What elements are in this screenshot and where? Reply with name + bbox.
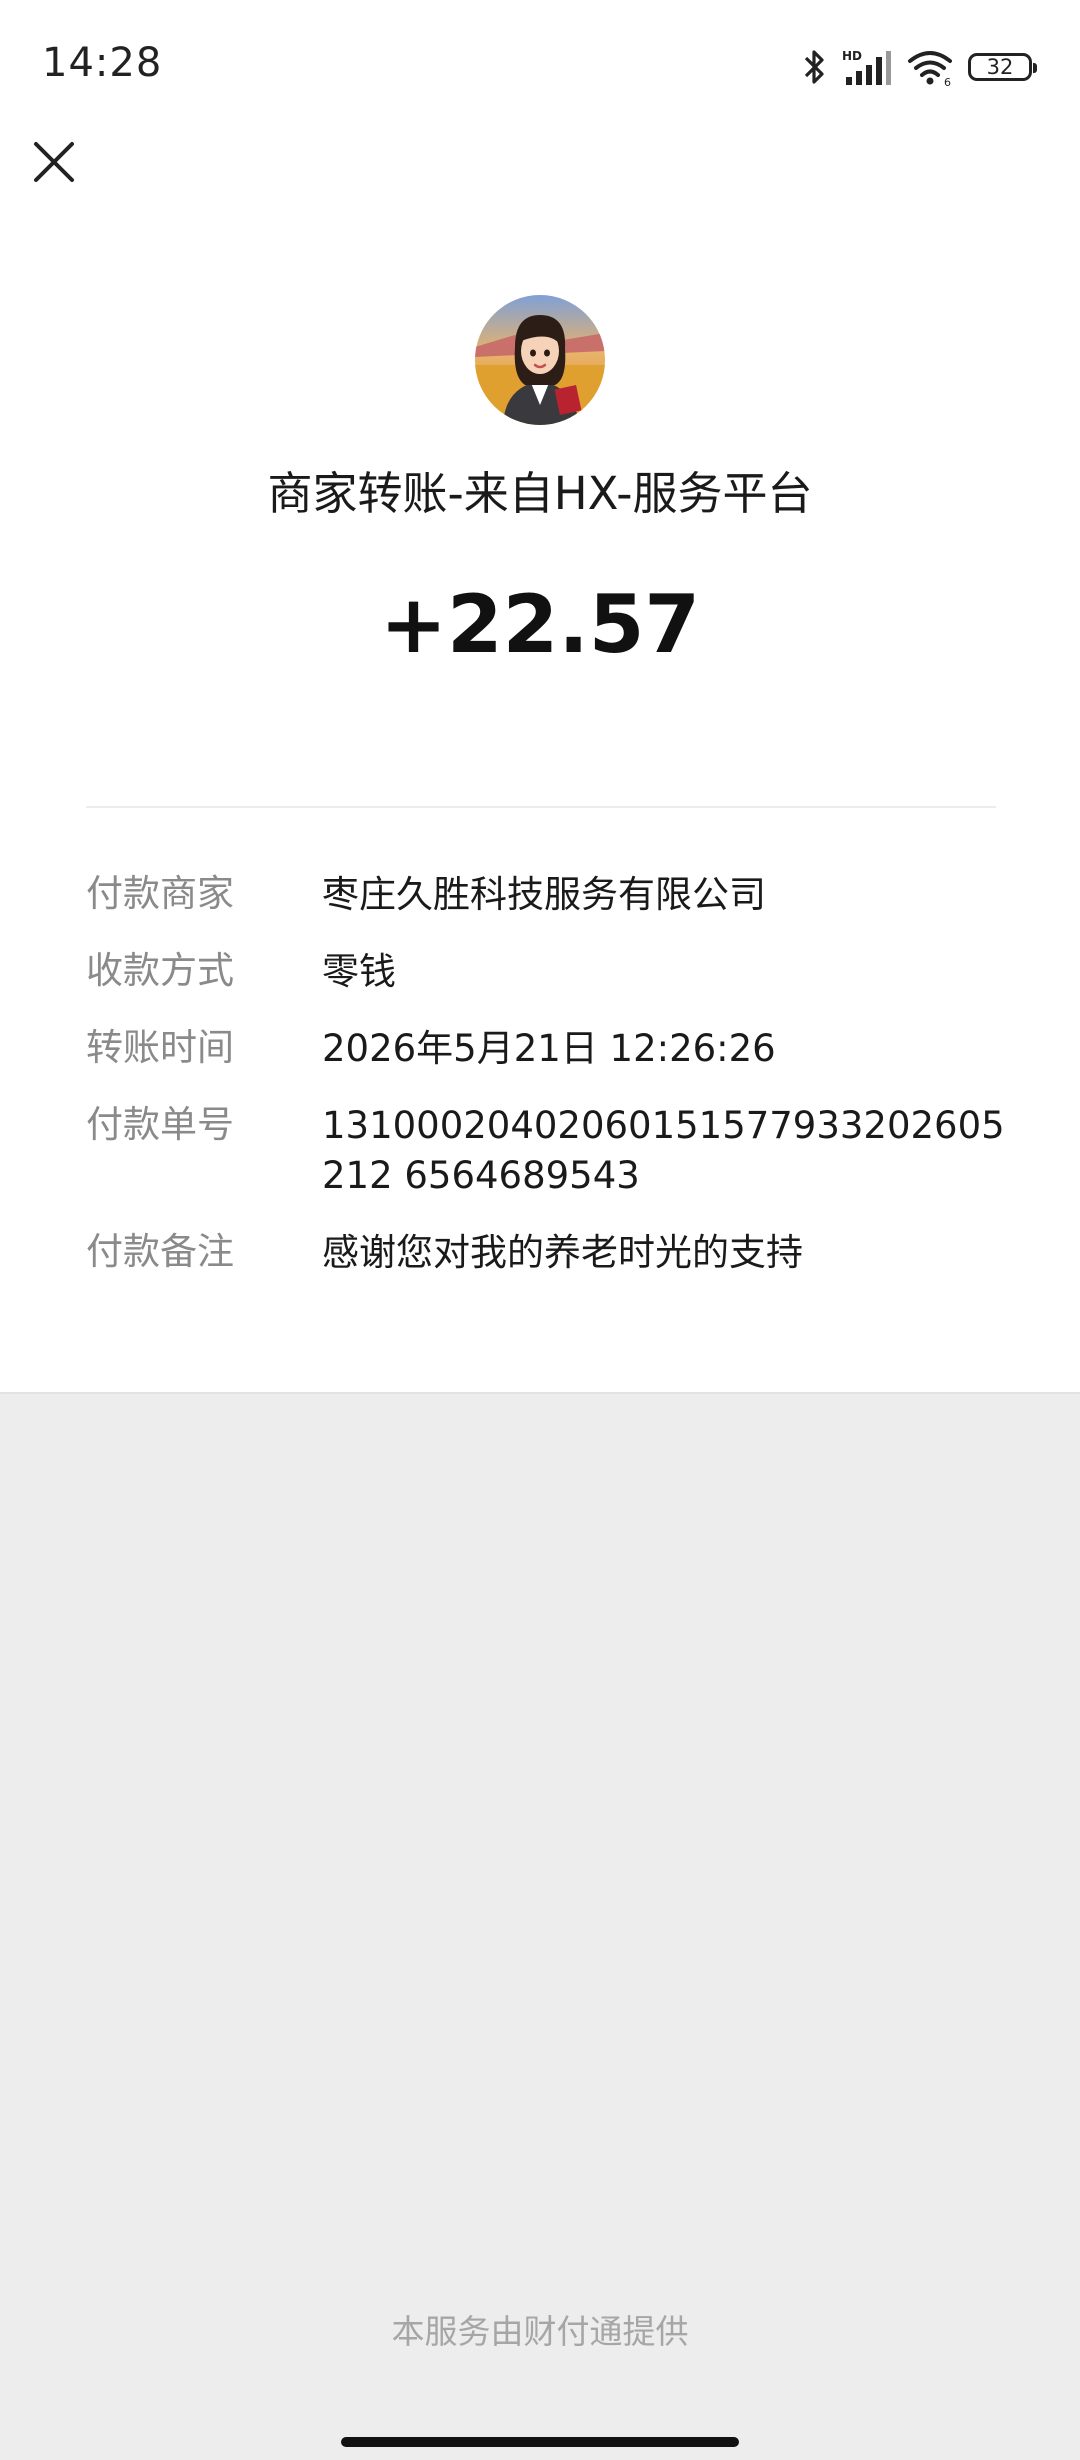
merchant-avatar — [475, 295, 605, 425]
detail-row-receive-method: 收款方式 零钱 — [86, 947, 1006, 997]
detail-row-order-number: 付款单号 13100020402060151577933202605212 65… — [86, 1101, 1006, 1201]
svg-text:HD: HD — [842, 49, 862, 63]
home-indicator[interactable] — [341, 2437, 739, 2447]
detail-value: 2026年5月21日 12:26:26 — [322, 1027, 776, 1070]
close-button[interactable] — [28, 136, 80, 188]
detail-card: 14:28 HD 6 32 商家转账-来自HX-服务平台 +22.57 付款商家… — [0, 0, 1080, 1394]
detail-value: 枣庄久胜科技服务有限公司 — [322, 873, 766, 916]
status-bar: 14:28 HD 6 32 — [0, 0, 1080, 130]
detail-row-transfer-time: 转账时间 2026年5月21日 12:26:26 — [86, 1024, 1006, 1074]
detail-value: 感谢您对我的养老时光的支持 — [322, 1231, 803, 1274]
status-time: 14:28 — [42, 40, 163, 86]
bluetooth-icon — [804, 50, 824, 84]
detail-label: 付款单号 — [86, 1103, 234, 1146]
footer-provider-text: 本服务由财付通提供 — [391, 2312, 689, 2351]
detail-label: 付款备注 — [86, 1230, 234, 1273]
close-icon — [34, 142, 74, 182]
merchant-title: 商家转账-来自HX-服务平台 — [267, 467, 813, 520]
detail-value: 零钱 — [322, 950, 396, 993]
transfer-details: 付款商家 枣庄久胜科技服务有限公司 收款方式 零钱 转账时间 2026年5月21… — [86, 870, 1006, 1305]
divider — [86, 806, 996, 808]
detail-label: 收款方式 — [86, 949, 234, 992]
transfer-detail-page: 14:28 HD 6 32 商家转账-来自HX-服务平台 +22.57 付款商家… — [0, 0, 1080, 2460]
wifi-icon: 6 — [908, 51, 952, 87]
detail-row-payer: 付款商家 枣庄久胜科技服务有限公司 — [86, 870, 1006, 920]
status-icons: HD 6 32 — [802, 42, 1037, 92]
detail-value[interactable]: 13100020402060151577933202605212 6564689… — [322, 1101, 1006, 1201]
detail-row-remark: 付款备注 感谢您对我的养老时光的支持 — [86, 1228, 1006, 1278]
battery-icon: 32 — [968, 53, 1037, 81]
hd-signal-icon: HD — [842, 49, 891, 85]
svg-text:6: 6 — [944, 76, 951, 87]
transfer-amount: +22.57 — [379, 578, 701, 671]
detail-label: 付款商家 — [86, 872, 234, 915]
detail-label: 转账时间 — [86, 1026, 234, 1069]
battery-level: 32 — [986, 55, 1014, 79]
